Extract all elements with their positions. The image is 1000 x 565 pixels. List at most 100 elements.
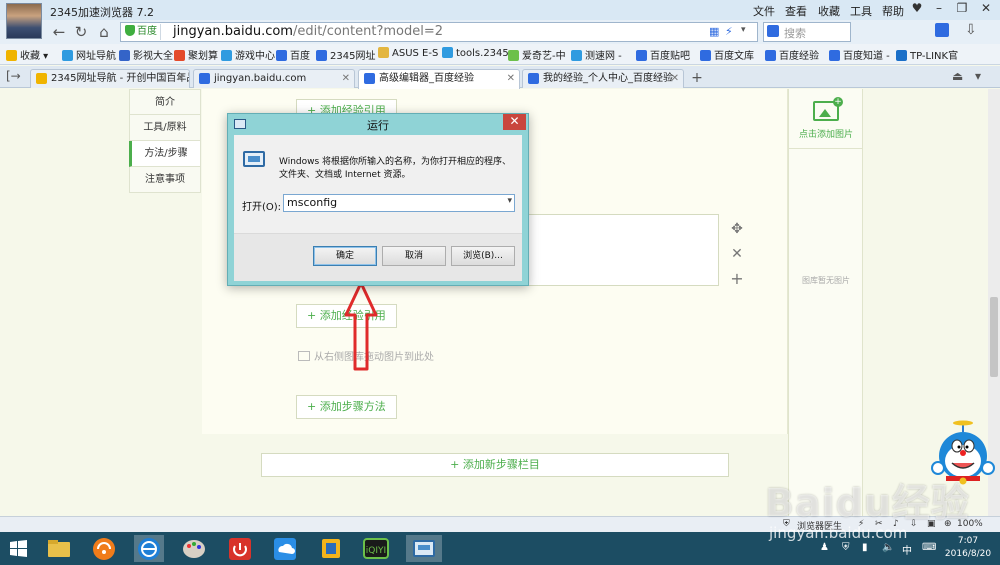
url-text[interactable]: jingyan.baidu.com/edit/content?model=2	[173, 24, 443, 39]
iqiyi-icon[interactable]: iQIYI	[361, 535, 391, 562]
secure-badge[interactable]: 百度	[123, 24, 161, 40]
network-icon[interactable]: ▮	[862, 542, 868, 553]
scrollbar-thumb[interactable]	[990, 297, 998, 377]
empty-library-tip: 图库暂无图片	[802, 276, 850, 285]
browse-button[interactable]: 浏览(B)...	[451, 246, 515, 266]
user-avatar[interactable]	[6, 3, 42, 39]
extension-icon[interactable]	[935, 23, 949, 37]
skin-icon[interactable]: ♥	[908, 0, 926, 18]
bookmark-item[interactable]: 百度经验	[765, 47, 819, 62]
speed-icon[interactable]: ⚡	[725, 25, 733, 38]
minimize-button[interactable]: –	[928, 0, 950, 18]
tray-shield-icon[interactable]: ⛨	[842, 542, 850, 553]
bookmark-folder[interactable]: ASUS E-S	[378, 47, 438, 62]
qr-icon[interactable]: ▦	[709, 25, 719, 38]
browser-2345-icon[interactable]	[134, 535, 164, 562]
bookmark-item[interactable]: 百度贴吧	[636, 47, 690, 62]
close-tab-icon[interactable]: ✕	[342, 70, 350, 87]
address-bar[interactable]: 百度 jingyan.baidu.com/edit/content?model=…	[120, 22, 758, 42]
new-tab-button[interactable]: +	[686, 69, 708, 88]
bookmark-item[interactable]: tools.2345	[442, 47, 509, 62]
bookmark-item[interactable]: 爱奇艺-中	[508, 47, 566, 62]
close-icon[interactable]: ✕	[503, 114, 526, 130]
restore-button[interactable]: ❐	[951, 0, 973, 18]
bookmark-favorites[interactable]: 收藏 ▾	[6, 47, 48, 62]
search-engine-icon[interactable]	[767, 25, 779, 37]
add-image-button[interactable]: + 点击添加图片	[789, 89, 863, 149]
wifi-app-icon[interactable]	[89, 535, 119, 562]
menu-view[interactable]: 查看	[785, 3, 807, 19]
sidebar-toggle-icon[interactable]: [→	[6, 69, 21, 83]
cloud-app-icon[interactable]	[270, 535, 300, 562]
file-explorer-icon[interactable]	[44, 535, 74, 562]
dropdown-icon[interactable]: ▾	[741, 25, 746, 35]
add-icon[interactable]: +	[730, 269, 744, 288]
bookmark-label: 网址导航	[76, 51, 116, 62]
bookmark-item[interactable]: 2345网址	[316, 47, 375, 62]
nav-intro[interactable]: 简介	[129, 89, 201, 115]
bookmark-label: 百度	[290, 51, 310, 62]
dialog-description-line1: Windows 将根据你所输入的名称，为你打开相应的程序、	[279, 157, 512, 167]
search-box[interactable]: 搜索	[763, 22, 851, 42]
tab-label: 我的经验_个人中心_百度经验	[543, 73, 673, 84]
nav-tools[interactable]: 工具/原料	[129, 115, 201, 141]
move-icon[interactable]: ✥	[730, 221, 744, 237]
security-app-icon[interactable]	[225, 535, 255, 562]
ime-indicator[interactable]: 中	[902, 542, 912, 557]
delete-icon[interactable]: ✕	[730, 246, 744, 262]
tab-advanced-editor[interactable]: 高级编辑器_百度经验 ✕	[358, 69, 520, 89]
menu-help[interactable]: 帮助	[882, 3, 904, 19]
menu-tools[interactable]: 工具	[850, 3, 872, 19]
back-icon[interactable]: ←	[49, 22, 69, 42]
nav-notes[interactable]: 注意事项	[129, 167, 201, 193]
close-tab-icon[interactable]: ✕	[507, 70, 515, 87]
menu-favorites[interactable]: 收藏	[818, 3, 840, 19]
dialog-title-bar[interactable]: 运行 ✕	[228, 114, 528, 134]
close-window-button[interactable]: ✕	[974, 0, 998, 18]
run-taskbar-icon[interactable]	[406, 535, 442, 562]
bookmark-item[interactable]: 百度知道 -	[829, 47, 890, 62]
bookmark-item[interactable]: TP-LINK官	[896, 47, 958, 62]
add-step-method-button[interactable]: + 添加步骤方法	[296, 395, 397, 419]
undo-icon[interactable]: ⏏	[952, 69, 963, 83]
tab-2345-nav[interactable]: 2345网址导航 - 开创中国百年品 ✕	[30, 69, 190, 88]
bookmark-label: 影视大全	[133, 51, 173, 62]
bookmark-item[interactable]: 测速网 -	[571, 47, 622, 62]
tab-jingyan[interactable]: jingyan.baidu.com ✕	[193, 69, 355, 88]
bookmark-item[interactable]: 聚划算	[174, 47, 218, 62]
keyboard-icon[interactable]: ⌨	[922, 542, 936, 553]
start-button[interactable]	[4, 535, 34, 562]
bookmark-item[interactable]: 百度	[276, 47, 310, 62]
close-tab-icon[interactable]: ✕	[177, 70, 185, 87]
menu-file[interactable]: 文件	[753, 3, 775, 19]
system-clock[interactable]: 7:07 2016/8/20	[940, 535, 996, 561]
close-tab-icon[interactable]: ✕	[671, 70, 679, 87]
navigation-bar: ← ↻ ⌂ 百度 jingyan.baidu.com/edit/content?…	[0, 20, 1000, 44]
bookmark-item[interactable]: 百度文库	[700, 47, 754, 62]
run-dialog: 运行 ✕ Windows 将根据你所输入的名称，为你打开相应的程序、 文件夹、文…	[227, 113, 529, 286]
volume-icon[interactable]: 🔈	[882, 542, 894, 553]
nav-steps[interactable]: 方法/步骤	[129, 141, 201, 167]
paint-icon[interactable]	[179, 535, 209, 562]
open-input-value[interactable]: msconfig	[287, 196, 337, 209]
bookmark-item[interactable]: 网址导航	[62, 47, 116, 62]
tab-menu-icon[interactable]: ▾	[975, 69, 981, 83]
tab-favicon	[364, 73, 375, 84]
person-icon[interactable]: ♟	[820, 542, 829, 553]
add-step-column-button[interactable]: + 添加新步骤栏目	[261, 453, 729, 477]
media-app-icon[interactable]	[316, 535, 346, 562]
left-nav: 简介 工具/原料 方法/步骤 注意事项	[129, 89, 201, 193]
open-combobox[interactable]: msconfig ▾	[283, 194, 515, 212]
cancel-button[interactable]: 取消	[382, 246, 446, 266]
ok-button[interactable]: 确定	[313, 246, 377, 266]
tab-my-experience[interactable]: 我的经验_个人中心_百度经验 ✕	[522, 69, 684, 88]
bookmark-item[interactable]: 影视大全	[119, 47, 173, 62]
home-icon[interactable]: ⌂	[94, 22, 114, 42]
tab-label: 2345网址导航 - 开创中国百年品	[51, 73, 190, 84]
download-icon[interactable]: ⇩	[965, 22, 977, 38]
tab-favicon	[528, 73, 539, 84]
chevron-down-icon[interactable]: ▾	[507, 196, 512, 206]
refresh-icon[interactable]: ↻	[71, 22, 91, 42]
bookmark-label: 游戏中心	[235, 51, 275, 62]
bookmark-item[interactable]: 游戏中心	[221, 47, 275, 62]
